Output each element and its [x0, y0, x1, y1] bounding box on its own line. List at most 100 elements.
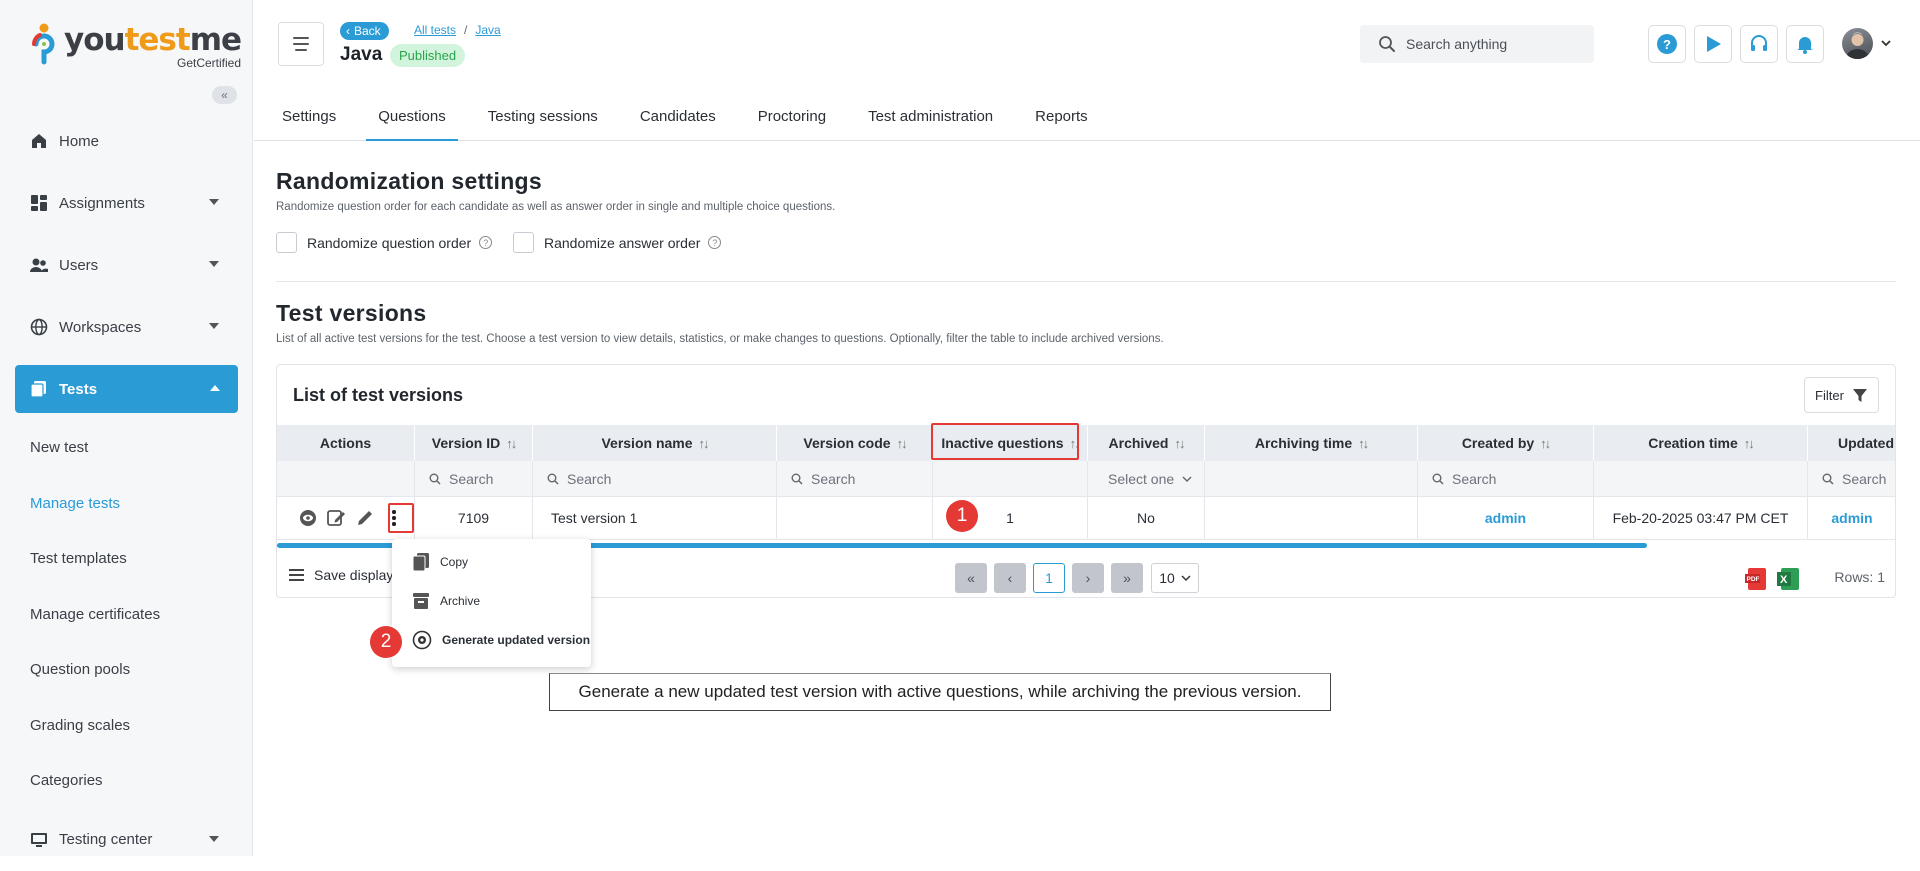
chevron-down-icon [1181, 575, 1191, 582]
sidebar-item-testing-center[interactable]: Testing center [0, 809, 253, 871]
sidebar-item-home[interactable]: Home [0, 110, 253, 172]
help-button[interactable]: ? [1648, 25, 1686, 63]
search-updated-by-input[interactable]: Search [1808, 461, 1895, 496]
search-version-code-input[interactable]: Search [777, 461, 933, 496]
sort-icon[interactable]: ↑↓ [506, 436, 517, 451]
sidebar-subitem-grading-scales[interactable]: Grading scales [0, 698, 253, 754]
sort-icon[interactable]: ↑↓ [1358, 436, 1369, 451]
caret-down-icon [209, 323, 219, 329]
sidebar-item-label: Home [59, 132, 100, 150]
search-created-by-input[interactable]: Search [1418, 461, 1594, 496]
column-header-version-id[interactable]: Version ID ↑↓ [415, 425, 533, 461]
sort-icon[interactable]: ↑↓ [897, 436, 908, 451]
export-excel-icon[interactable]: X [1777, 567, 1801, 591]
help-circle-icon[interactable]: ? [479, 236, 493, 249]
sort-icon[interactable]: ↑↓ [1744, 436, 1755, 451]
sidebar-subitem-new-test[interactable]: New test [0, 420, 253, 476]
caret-down-icon [209, 199, 219, 205]
sort-icon[interactable]: ↑↓ [1540, 436, 1551, 451]
last-page-button[interactable]: » [1111, 563, 1143, 593]
sidebar-subitem-categories[interactable]: Categories [0, 753, 253, 809]
sidebar-item-users[interactable]: Users [0, 234, 253, 296]
first-page-button[interactable]: « [955, 563, 987, 593]
sort-icon[interactable]: ↑↓ [1174, 436, 1185, 451]
column-header-version-code[interactable]: Version code ↑↓ [777, 425, 933, 461]
filter-button[interactable]: Filter [1804, 377, 1879, 413]
randomization-description: Randomize question order for each candid… [276, 201, 836, 213]
edit-note-icon[interactable] [326, 508, 346, 528]
cell-updated-by[interactable]: admin [1808, 497, 1895, 539]
search-version-id-input[interactable]: Search [415, 461, 533, 496]
column-header-updated[interactable]: Updated [1808, 425, 1895, 461]
sidebar-item-workspaces[interactable]: Workspaces [0, 296, 253, 358]
avatar[interactable] [1842, 28, 1873, 59]
test-tabs: Settings Questions Testing sessions Cand… [254, 95, 1920, 141]
pencil-icon[interactable] [355, 508, 375, 528]
menu-item-generate-updated-version[interactable]: Generate updated version [412, 630, 590, 650]
sidebar-item-assignments[interactable]: Assignments [0, 172, 253, 234]
sidebar-item-label: Assignments [59, 194, 145, 212]
breadcrumb-java[interactable]: Java [475, 23, 500, 37]
breadcrumb-all-tests[interactable]: All tests [414, 23, 456, 37]
prev-page-button[interactable]: ‹ [994, 563, 1026, 593]
search-icon [547, 473, 559, 485]
randomize-question-order-checkbox[interactable]: Randomize question order ? [276, 232, 493, 253]
sidebar-subitem-manage-tests[interactable]: Manage tests [0, 476, 253, 532]
double-chevron-right-icon: » [1123, 570, 1131, 586]
tests-icon [30, 381, 46, 398]
user-avatar-icon [1846, 32, 1869, 59]
tab-candidates[interactable]: Candidates [640, 95, 716, 140]
archived-select[interactable]: Select one [1088, 461, 1205, 496]
test-versions-description: List of all active test versions for the… [276, 333, 1164, 345]
globe-icon [30, 318, 48, 336]
cell-created-by[interactable]: admin [1418, 497, 1594, 539]
next-page-button[interactable]: › [1072, 563, 1104, 593]
column-header-archiving-time[interactable]: Archiving time ↑↓ [1205, 425, 1418, 461]
play-tutorial-button[interactable] [1694, 25, 1732, 63]
step-marker-1: 1 [946, 500, 978, 532]
page-1-button[interactable]: 1 [1033, 563, 1065, 593]
rows-per-page-select[interactable]: 10 [1151, 563, 1199, 593]
sidebar-subitem-manage-certificates[interactable]: Manage certificates [0, 587, 253, 643]
notifications-button[interactable] [1786, 25, 1824, 63]
randomize-answer-order-checkbox[interactable]: Randomize answer order ? [513, 232, 722, 253]
save-display-button[interactable]: Save display [289, 567, 393, 583]
tab-settings[interactable]: Settings [282, 95, 336, 140]
svg-text:PDF: PDF [1747, 576, 1760, 583]
chevron-down-icon[interactable] [1880, 38, 1892, 48]
tab-testing-sessions[interactable]: Testing sessions [488, 95, 598, 140]
tab-test-administration[interactable]: Test administration [868, 95, 993, 140]
tab-questions[interactable]: Questions [366, 95, 458, 141]
support-button[interactable] [1740, 25, 1778, 63]
help-circle-icon[interactable]: ? [708, 236, 722, 249]
menu-item-copy[interactable]: Copy [412, 552, 468, 572]
sidebar-item-label: Tests [59, 380, 98, 398]
view-eye-icon[interactable] [299, 509, 317, 527]
column-header-creation-time[interactable]: Creation time ↑↓ [1594, 425, 1808, 461]
menu-item-archive[interactable]: Archive [412, 591, 480, 611]
menu-toggle-button[interactable] [278, 22, 324, 66]
checkbox-box[interactable] [276, 232, 297, 253]
table-row[interactable]: 7109 Test version 1 1 No admin Feb-20-20… [277, 497, 1895, 540]
global-search-input[interactable]: Search anything [1360, 25, 1594, 63]
search-version-name-input[interactable]: Search [533, 461, 777, 496]
column-header-archived[interactable]: Archived ↑↓ [1088, 425, 1205, 461]
cell-version-name: Test version 1 [533, 497, 777, 539]
tab-reports[interactable]: Reports [1035, 95, 1088, 140]
export-pdf-icon[interactable]: PDF [1745, 567, 1769, 591]
sidebar-subitem-question-pools[interactable]: Question pools [0, 642, 253, 698]
gear-refresh-icon [412, 630, 432, 650]
column-header-version-name[interactable]: Version name ↑↓ [533, 425, 777, 461]
sidebar-subitem-test-templates[interactable]: Test templates [0, 531, 253, 587]
back-button[interactable]: ‹ Back [340, 22, 389, 40]
sort-icon[interactable]: ↑↓ [699, 436, 710, 451]
test-versions-title: Test versions [276, 300, 427, 326]
sidebar-nav: Home Assignments Users Workspaces Tests … [0, 110, 253, 871]
column-header-created-by[interactable]: Created by ↑↓ [1418, 425, 1594, 461]
collapse-sidebar-button[interactable]: « [212, 86, 237, 104]
tab-proctoring[interactable]: Proctoring [758, 95, 826, 140]
sidebar-item-tests[interactable]: Tests [15, 365, 238, 413]
youtestme-logo[interactable]: youtestme GetCertified [30, 22, 242, 76]
cell-version-id: 7109 [415, 497, 533, 539]
checkbox-box[interactable] [513, 232, 534, 253]
